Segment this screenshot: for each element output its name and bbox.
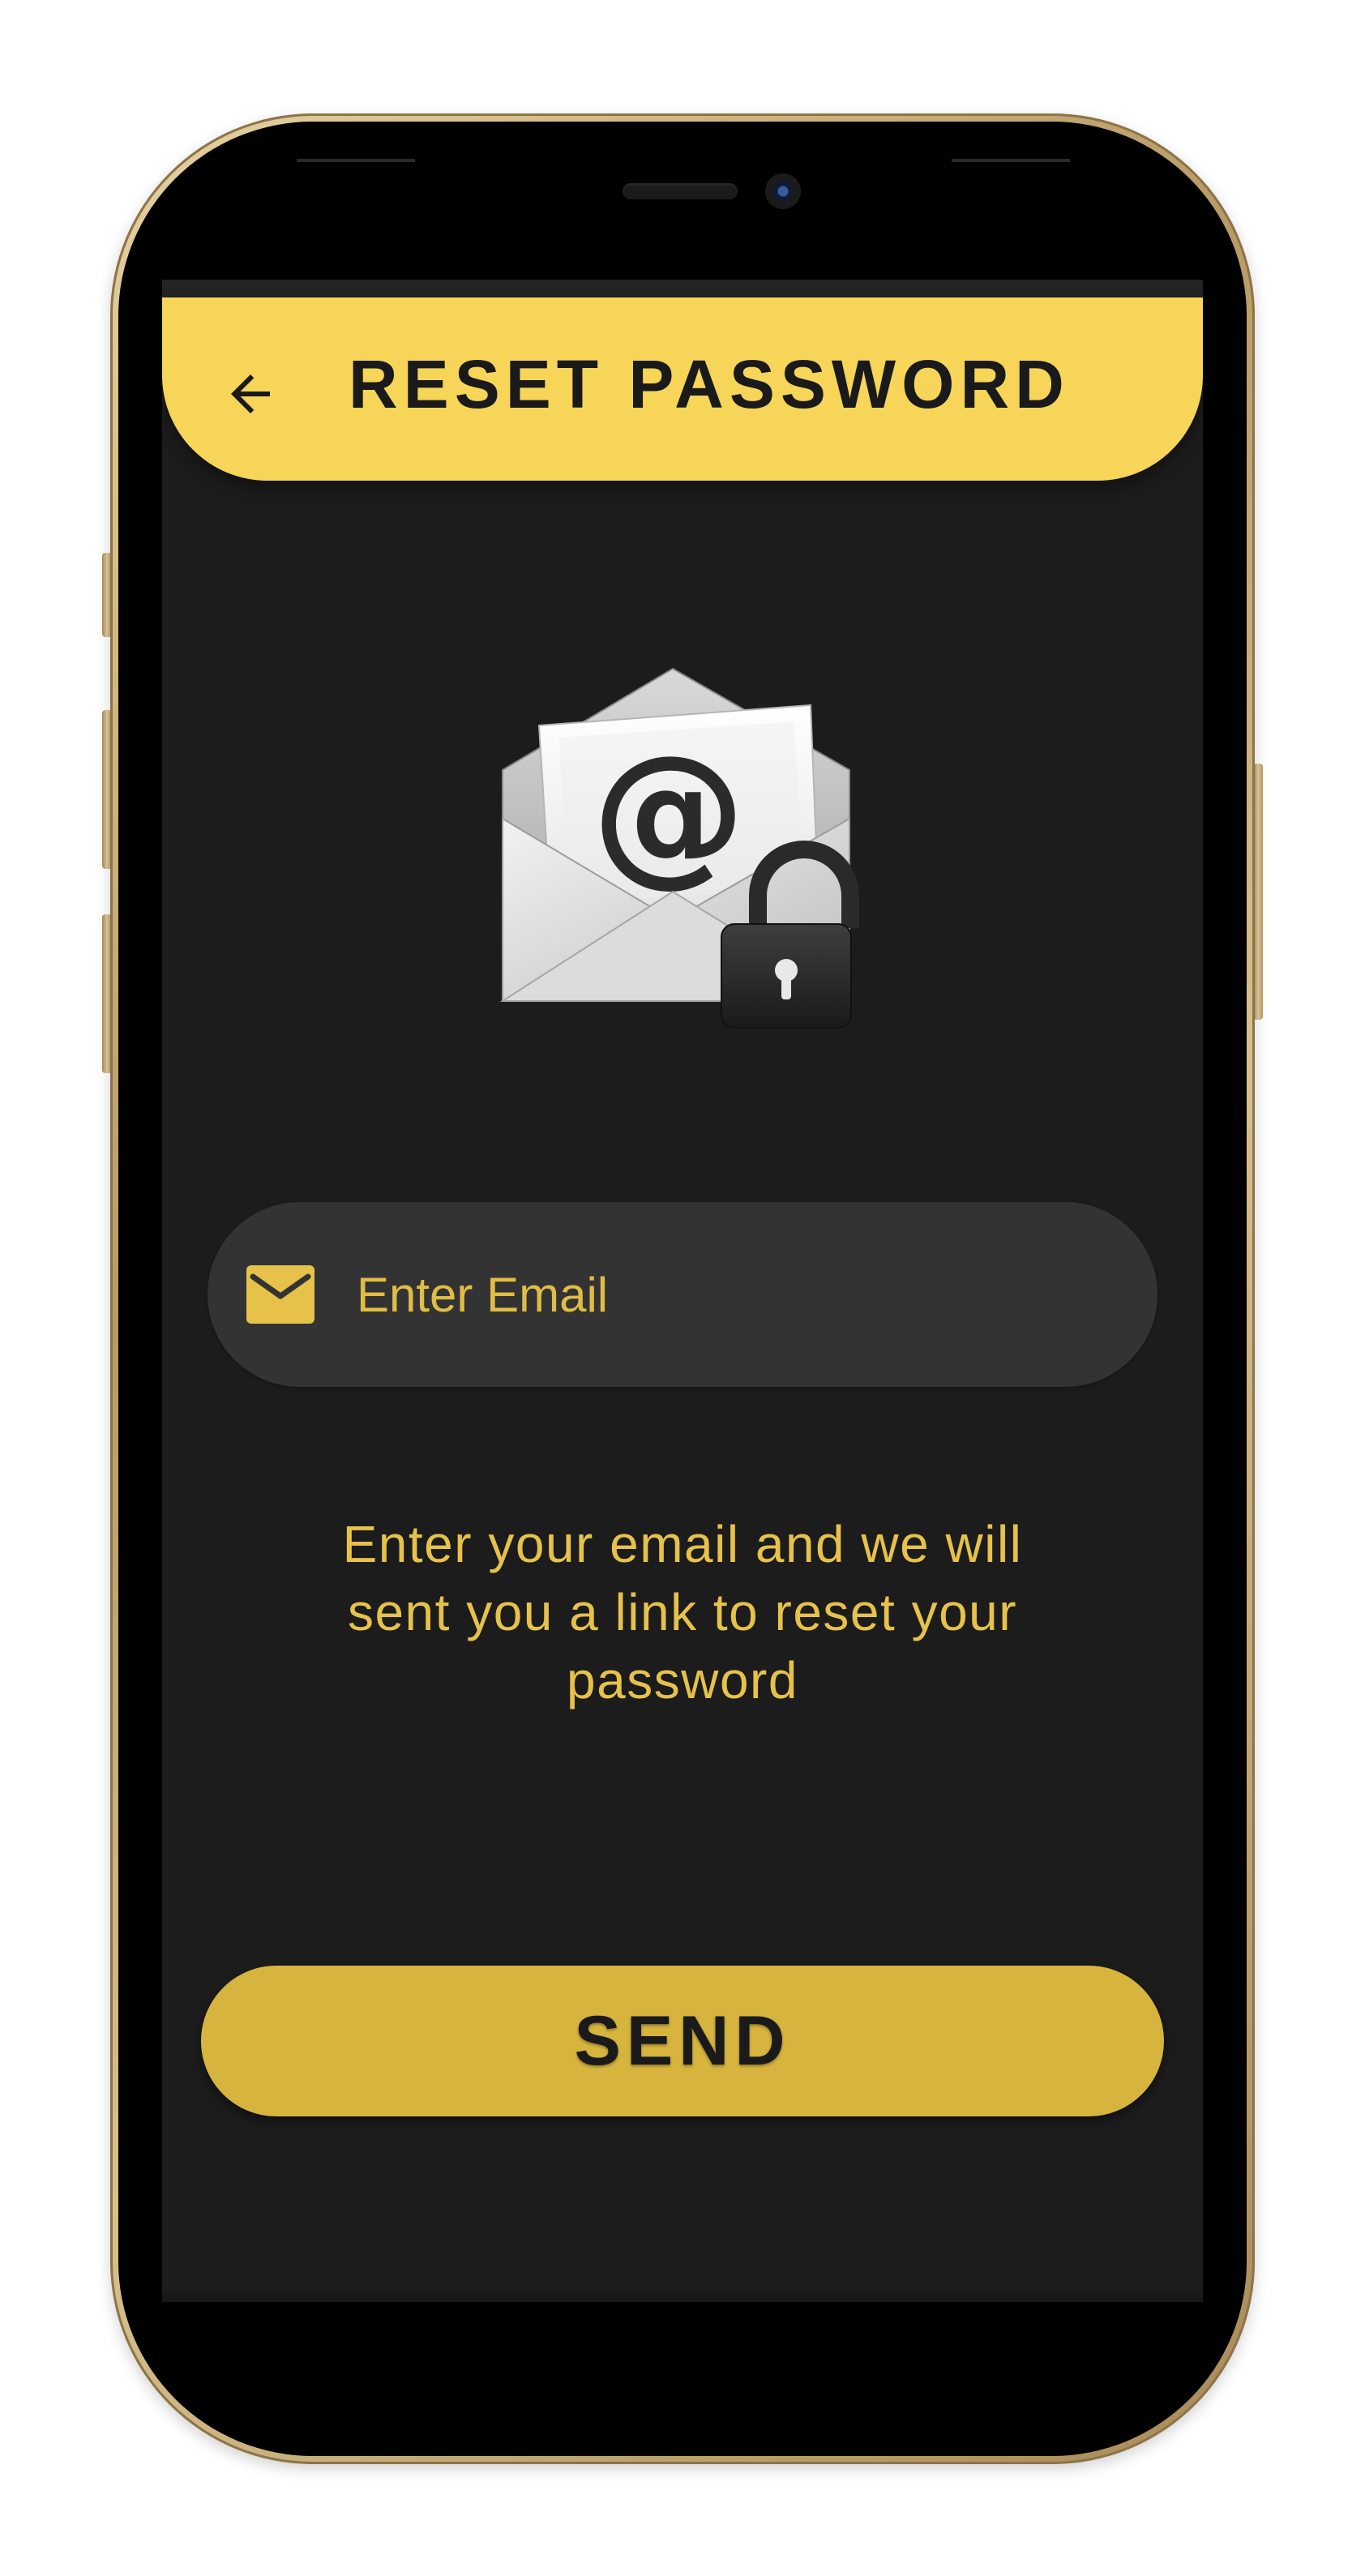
app-screen: RESET PASSWORD @ Enter Email Enter your … — [162, 280, 1203, 2302]
email-input[interactable] — [357, 1246, 1119, 1343]
helper-text-line: password — [567, 1651, 798, 1709]
front-camera — [765, 173, 801, 209]
app-header: RESET PASSWORD — [162, 297, 1203, 481]
screen-bottom-edge — [162, 2291, 1203, 2302]
status-bar — [162, 280, 1203, 297]
back-button[interactable] — [214, 357, 287, 430]
helper-text-line: Enter your email and we will — [342, 1515, 1023, 1573]
arrow-left-icon — [231, 374, 270, 413]
page: RESET PASSWORD @ Enter Email Enter your … — [0, 0, 1365, 2576]
antenna-line — [952, 159, 1070, 162]
mail-icon — [246, 1265, 315, 1324]
send-button[interactable]: SEND — [201, 1966, 1164, 2116]
email-lock-icon: @ — [494, 661, 867, 1033]
helper-text: Enter your email and we will sent you a … — [267, 1510, 1098, 1714]
earpiece-speaker — [623, 183, 738, 199]
at-symbol: @ — [592, 722, 746, 901]
page-title: RESET PASSWORD — [349, 346, 1070, 422]
antenna-line — [297, 159, 415, 162]
helper-text-line: sent you a link to reset your — [347, 1583, 1018, 1641]
email-field[interactable] — [208, 1202, 1157, 1387]
